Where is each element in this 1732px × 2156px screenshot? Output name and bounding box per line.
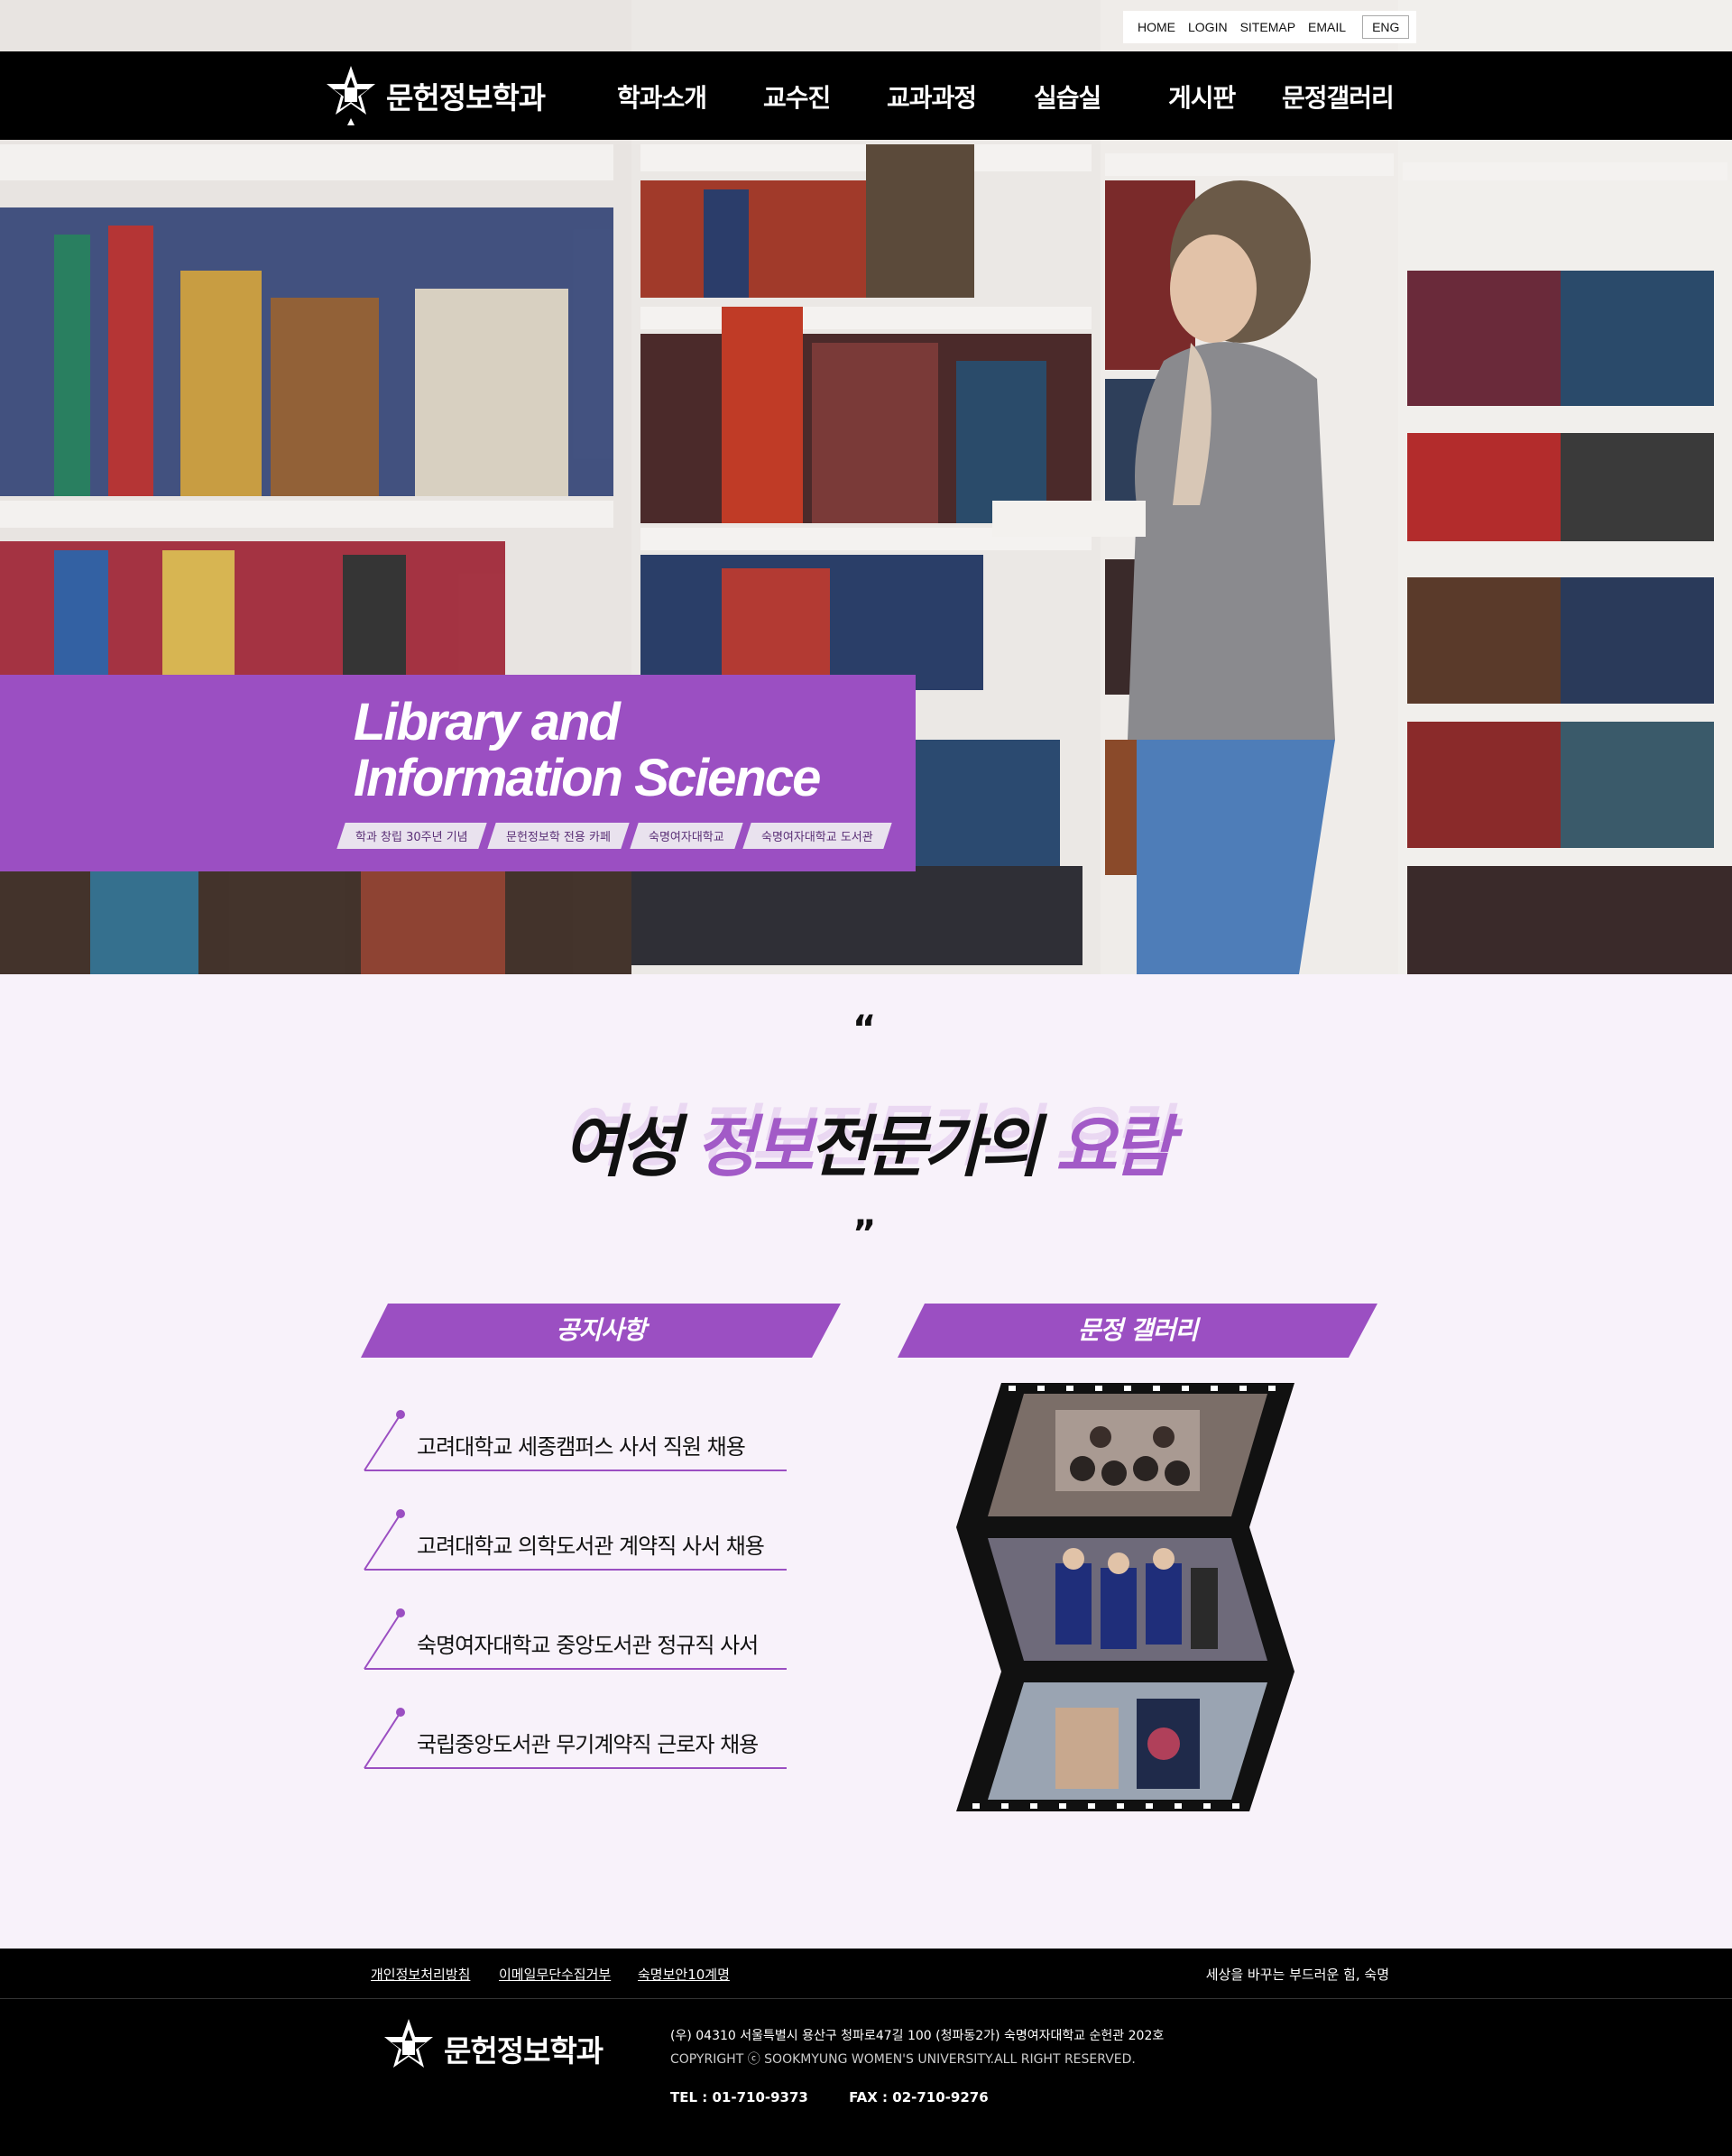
notice-title-text: 고려대학교 세종캠퍼스 사서 직원 채용 — [417, 1434, 746, 1460]
notice-title: 공지사항 — [556, 1315, 646, 1345]
list-item[interactable]: 숙명여자대학교 중앙도서관 정규직 사서 — [361, 1606, 794, 1705]
footer-info: (우) 04310 서울특별시 용산구 청파로47길 100 (청파동2가) 숙… — [670, 2024, 1164, 2071]
security-rules-link[interactable]: 숙명보안10계명 — [638, 1965, 730, 1984]
slogan-part: 여성 — [562, 1109, 696, 1186]
footer-logo-text: 문헌정보학과 — [444, 2033, 603, 2068]
slogan-highlight: 정보 — [695, 1109, 814, 1186]
footer-contact: TEL : 01-710-9373 FAX : 02-710-9276 — [670, 2089, 1025, 2105]
utility-bar: HOME LOGIN SITEMAP EMAIL ENG — [1123, 11, 1417, 43]
site-logo[interactable]: 문헌정보학과 — [323, 64, 546, 127]
privacy-policy-link[interactable]: 개인정보처리방침 — [371, 1965, 470, 1984]
footer-links-bar: 개인정보처리방침 이메일무단수집거부 숙명보안10계명 세상을 바꾸는 부드러운… — [0, 1949, 1732, 1998]
home-link[interactable]: HOME — [1138, 20, 1175, 34]
quick-link-label: 숙명여자대학교 도서관 — [761, 831, 873, 844]
list-item[interactable]: 고려대학교 의학도서관 계약직 사서 채용 — [361, 1506, 794, 1606]
close-quote-mark: ” — [852, 1213, 877, 1255]
gallery-photo-3[interactable] — [956, 1672, 1294, 1811]
hero-banner: Library and Information Science 학과 창립 30… — [0, 675, 916, 871]
login-link[interactable]: LOGIN — [1188, 20, 1228, 34]
nav-item-lab[interactable]: 실습실 — [1034, 78, 1101, 115]
hero-title-line1: Library and — [354, 693, 621, 751]
list-item[interactable]: 국립중앙도서관 무기계약직 근로자 채용 — [361, 1705, 794, 1804]
department-emblem-icon — [327, 66, 375, 125]
email-link[interactable]: EMAIL — [1308, 20, 1346, 34]
footer-address: (우) 04310 서울특별시 용산구 청파로47길 100 (청파동2가) 숙… — [670, 2029, 1165, 2043]
quick-link-cafe[interactable]: 문헌정보학 전용 카페 — [486, 823, 630, 849]
sitemap-link[interactable]: SITEMAP — [1240, 20, 1295, 34]
footer-logo[interactable]: 문헌정보학과 — [381, 2017, 603, 2080]
quick-link-university[interactable]: 숙명여자대학교 — [629, 823, 742, 849]
footer-tel: TEL : 01-710-9373 — [670, 2089, 808, 2105]
hero-quick-links: 학과 창립 30주년 기념 문헌정보학 전용 카페 숙명여자대학교 숙명여자대학… — [336, 823, 892, 849]
list-item[interactable]: 고려대학교 세종캠퍼스 사서 직원 채용 — [361, 1407, 794, 1506]
notice-title-text: 국립중앙도서관 무기계약직 근로자 채용 — [417, 1732, 759, 1757]
hero-title-line2: Information Science — [354, 749, 821, 807]
slogan-part: 전문가의 — [808, 1109, 1056, 1186]
nav-item-curriculum[interactable]: 교과과정 — [887, 78, 977, 115]
nav-item-board[interactable]: 게시판 — [1168, 78, 1236, 115]
quick-link-anniversary[interactable]: 학과 창립 30주년 기념 — [336, 823, 487, 849]
nav-item-about[interactable]: 학과소개 — [617, 78, 707, 115]
quick-link-library[interactable]: 숙명여자대학교 도서관 — [742, 823, 892, 849]
hero-section: HOME LOGIN SITEMAP EMAIL ENG 문헌정보학과 학과소개… — [0, 0, 1732, 974]
nav-item-faculty[interactable]: 교수진 — [763, 78, 831, 115]
gallery-header[interactable]: 문정 갤러리 — [898, 1304, 1377, 1358]
notice-title-text: 숙명여자대학교 중앙도서관 정규직 사서 — [417, 1633, 759, 1658]
footer: 문헌정보학과 (우) 04310 서울특별시 용산구 청파로47길 100 (청… — [0, 1998, 1732, 2156]
quick-link-label: 학과 창립 30주년 기념 — [355, 831, 468, 844]
notice-header[interactable]: 공지사항 — [361, 1304, 841, 1358]
footer-tagline: 세상을 바꾸는 부드러운 힘, 숙명 — [1205, 1967, 1389, 1983]
language-eng-link[interactable]: ENG — [1362, 15, 1410, 39]
hero-title: Library and Information Science — [354, 693, 821, 807]
gallery-title: 문정 갤러리 — [1077, 1315, 1199, 1345]
gallery-photo-1[interactable] — [956, 1383, 1294, 1527]
notice-list: 고려대학교 세종캠퍼스 사서 직원 채용 고려대학교 의학도서관 계약직 사서 … — [361, 1407, 794, 1804]
logo-text: 문헌정보학과 — [386, 80, 546, 115]
slogan-heading: 여성 정보전문가의 요람 — [0, 1093, 1732, 1190]
slogan-highlight: 요람 — [1055, 1109, 1174, 1186]
footer-fax: FAX : 02-710-9276 — [849, 2089, 989, 2105]
notice-title-text: 고려대학교 의학도서관 계약직 사서 채용 — [417, 1534, 765, 1559]
department-emblem-icon — [384, 2019, 433, 2068]
gallery-photo-2[interactable] — [956, 1527, 1294, 1672]
quick-link-label: 문헌정보학 전용 카페 — [505, 831, 611, 844]
gallery-filmstrip[interactable] — [947, 1383, 1294, 1811]
email-refusal-link[interactable]: 이메일무단수집거부 — [499, 1965, 611, 1984]
nav-item-gallery[interactable]: 문정갤러리 — [1282, 78, 1395, 115]
main-navigation: 문헌정보학과 학과소개 교수진 교과과정 실습실 게시판 문정갤러리 — [0, 51, 1732, 140]
open-quote-mark: “ — [852, 1009, 877, 1050]
quick-link-label: 숙명여자대학교 — [648, 831, 724, 844]
footer-copyright: COPYRIGHT ⓒ SOOKMYUNG WOMEN'S UNIVERSITY… — [670, 2052, 1136, 2067]
